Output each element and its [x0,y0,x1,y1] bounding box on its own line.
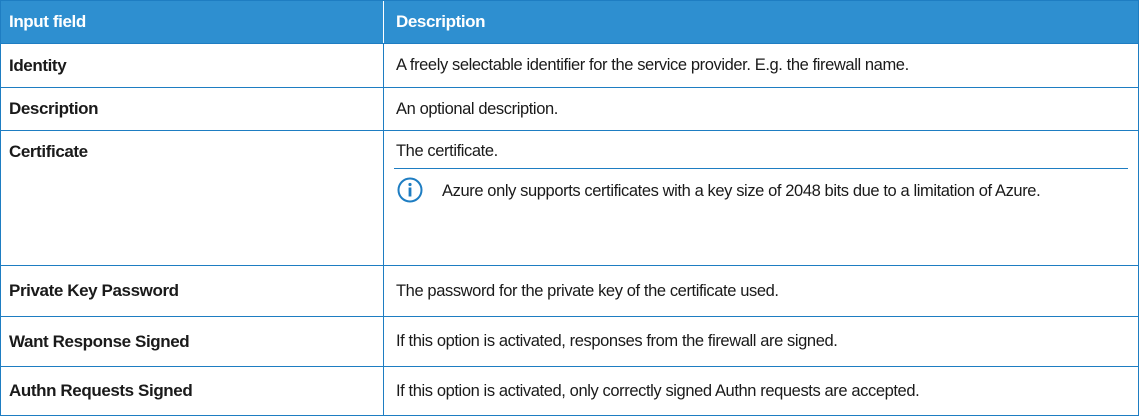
field-description: The certificate. [396,142,498,160]
table-row: Want Response Signed If this option is a… [1,317,1138,367]
table-row: Authn Requests Signed If this option is … [1,367,1138,415]
table-row: Identity A freely selectable identifier … [1,44,1138,88]
field-description-cell: The certificate. Azure only supports cer… [384,131,1138,265]
field-description: A freely selectable identifier for the s… [396,56,909,74]
field-description: If this option is activated, responses f… [396,332,838,350]
field-description: The password for the private key of the … [396,281,779,300]
field-name: Description [1,88,384,130]
info-note: Azure only supports certificates with a … [442,182,1041,200]
field-name: Authn Requests Signed [1,367,384,415]
info-icon [397,177,423,203]
table-row: Private Key Password The password for th… [1,266,1138,317]
field-name: Certificate [1,131,384,265]
field-name: Want Response Signed [1,317,384,366]
parameter-table: Input field Description Identity A freel… [0,0,1139,416]
divider [394,168,1128,169]
field-description: If this option is activated, only correc… [396,381,920,400]
field-description: An optional description. [396,99,558,118]
header-input-field: Input field [1,1,384,43]
field-name: Private Key Password [1,266,384,316]
table-header-row: Input field Description [1,1,1138,44]
table-row: Description An optional description. [1,88,1138,131]
field-name: Identity [1,44,384,87]
header-description: Description [396,12,486,31]
table-row: Certificate The certificate. Azure only … [1,131,1138,266]
